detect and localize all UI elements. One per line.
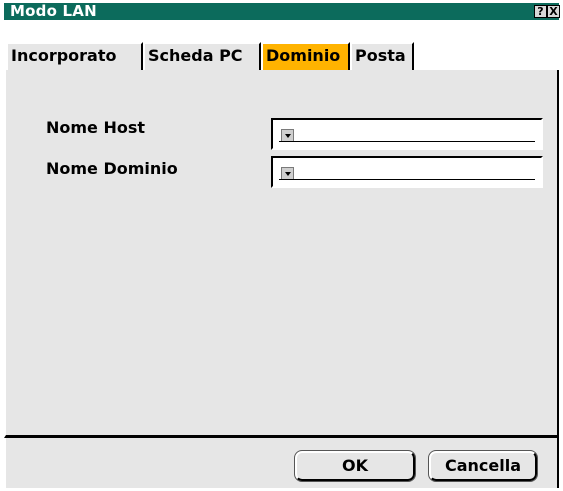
- tab-scheda-pc[interactable]: Scheda PC: [143, 42, 261, 70]
- domain-name-field-inner: [279, 164, 537, 182]
- title-bar: Modo LAN ? X: [4, 2, 560, 20]
- host-name-field-inner: [279, 126, 537, 144]
- tab-panel-dominio: Nome Host Nome Dominio: [4, 70, 559, 438]
- cancel-button[interactable]: Cancella: [428, 450, 538, 482]
- tab-dominio[interactable]: Dominio: [261, 42, 350, 70]
- domain-name-underline: [279, 179, 535, 180]
- window-title: Modo LAN: [10, 2, 97, 20]
- tab-bar: Incorporato Scheda PC Dominio Posta: [4, 42, 559, 70]
- tab-incorporato[interactable]: Incorporato: [6, 42, 143, 70]
- close-icon[interactable]: X: [547, 5, 560, 18]
- domain-name-field[interactable]: [271, 156, 543, 188]
- host-name-label: Nome Host: [46, 118, 146, 137]
- help-icon[interactable]: ?: [534, 5, 547, 18]
- host-name-field[interactable]: [271, 118, 543, 150]
- tab-posta[interactable]: Posta: [350, 42, 414, 70]
- button-bar: OK Cancella: [4, 438, 559, 488]
- ok-button[interactable]: OK: [294, 450, 416, 482]
- lan-mode-dialog: Modo LAN ? X Incorporato Scheda PC Domin…: [0, 0, 563, 491]
- domain-name-label: Nome Dominio: [46, 159, 178, 178]
- host-name-underline: [279, 141, 535, 142]
